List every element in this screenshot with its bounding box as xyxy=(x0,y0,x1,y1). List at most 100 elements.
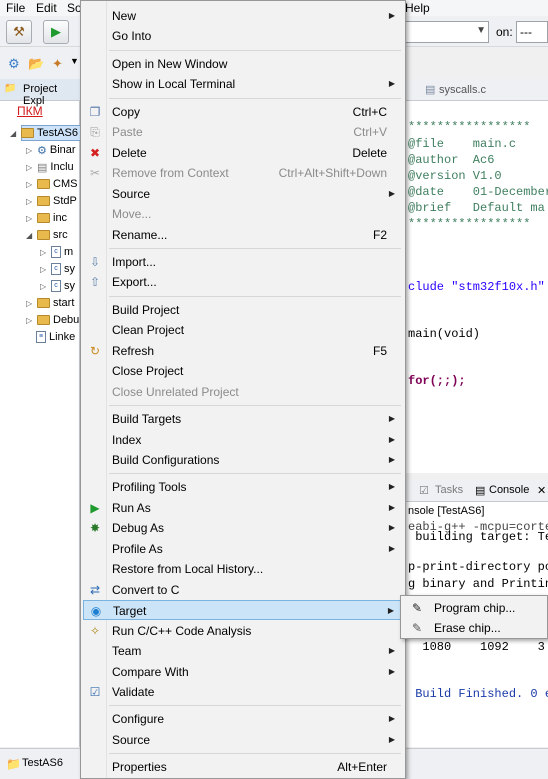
build-hammer-button[interactable]: ⚒ xyxy=(6,20,32,44)
submenu-item-erase-chip[interactable]: ✎ Erase chip... xyxy=(403,618,545,638)
menu-item-rename[interactable]: Rename... F2 xyxy=(83,225,403,245)
menu-item-compare-with[interactable]: Compare With ▶ xyxy=(83,662,403,682)
annotation-label: ПКМ xyxy=(17,104,43,118)
menu-item-build-project[interactable]: Build Project xyxy=(83,300,403,320)
program-chip-icon: ✎ xyxy=(411,601,423,615)
collapse-arrow-icon: ▷ xyxy=(40,281,47,291)
project-explorer-tab[interactable]: 📁 Project Expl xyxy=(0,79,80,107)
linker-file-icon: ≡ xyxy=(36,331,46,343)
code-line-include: clude "stm32f10x.h" xyxy=(408,280,545,294)
menu-item-label: Paste xyxy=(112,125,143,140)
run-button[interactable]: ▶ xyxy=(43,20,69,44)
menu-item-close-project[interactable]: Close Project xyxy=(83,361,403,381)
menu-item-source[interactable]: Source ▶ xyxy=(83,184,403,204)
submenu-arrow-icon: ▶ xyxy=(388,414,395,424)
folder-icon xyxy=(37,196,50,206)
folder-icon xyxy=(37,298,50,308)
submenu-arrow-icon: ▶ xyxy=(388,714,395,724)
code-line: ***************** xyxy=(408,120,531,134)
menu-item-label: Copy xyxy=(112,104,141,119)
menu-item-open-in-new-window[interactable]: Open in New Window xyxy=(83,54,403,74)
menu-item-restore-from-local-history[interactable]: Restore from Local History... xyxy=(83,559,403,579)
launch-config-combo[interactable]: ▼ xyxy=(405,21,489,43)
menu-item-new[interactable]: New ▶ xyxy=(83,6,403,26)
menu-item-run-c-c-code-analysis[interactable]: ✧ Run C/C++ Code Analysis xyxy=(83,621,403,641)
menu-item-move: Move... xyxy=(83,204,403,224)
collapse-arrow-icon: ▷ xyxy=(26,196,33,206)
menu-item-profiling-tools[interactable]: Profiling Tools ▶ xyxy=(83,477,403,497)
menu-item-clean-project[interactable]: Clean Project xyxy=(83,320,403,340)
tab-console[interactable]: Console xyxy=(489,484,529,496)
menu-item-remove-from-context: ✂ Remove from Context Ctrl+Alt+Shift+Down xyxy=(83,163,403,183)
tree-item-inc[interactable]: ▷ inc xyxy=(26,210,67,226)
menu-item-shortcut: Ctrl+V xyxy=(353,125,387,140)
menu-item-show-in-local-terminal[interactable]: Show in Local Terminal ▶ xyxy=(83,74,403,94)
tree-item-label: m xyxy=(64,246,74,258)
chevron-down-icon[interactable]: ▼ xyxy=(70,56,79,66)
tree-item-binaries[interactable]: ▷ ⚙ Binar xyxy=(26,142,76,158)
console-line: 1080 1092 3 xyxy=(408,640,545,654)
menu-item-shortcut: Ctrl+C xyxy=(352,104,387,119)
menu-item-label: Clean Project xyxy=(112,323,185,338)
wand-icon[interactable]: ✦ xyxy=(52,56,63,72)
menu-item-configure[interactable]: Configure ▶ xyxy=(83,709,403,729)
tree-project[interactable]: ◢ TestAS6 xyxy=(10,125,78,141)
chevron-down-icon: ▼ xyxy=(476,25,486,36)
editor-tab-syscalls[interactable]: syscalls.c xyxy=(439,84,486,96)
submenu-arrow-icon: ▶ xyxy=(388,482,395,492)
collapse-arrow-icon: ▷ xyxy=(26,315,33,325)
menu-item-label: Export... xyxy=(112,275,157,290)
menu-item-build-targets[interactable]: Build Targets ▶ xyxy=(83,409,403,429)
convert-icon: ⇄ xyxy=(89,582,101,597)
console-line: building target: Te xyxy=(408,530,548,544)
console-line: p-print-directory po xyxy=(408,560,548,574)
menu-item-source[interactable]: Source ▶ xyxy=(83,730,403,750)
menu-item-paste: ⎘ Paste Ctrl+V xyxy=(83,122,403,142)
target-combo[interactable]: --- xyxy=(516,21,548,43)
folder-icon xyxy=(37,179,50,189)
menu-item-label: Source xyxy=(112,732,151,747)
menu-item-go-into[interactable]: Go Into xyxy=(83,26,403,46)
menu-item-index[interactable]: Index ▶ xyxy=(83,430,403,450)
menu-item-refresh[interactable]: ↻ Refresh F5 xyxy=(83,341,403,361)
editor-tabs: ▤ syscalls.c xyxy=(405,79,548,101)
menu-help[interactable]: Help xyxy=(405,1,430,15)
menu-file[interactable]: File xyxy=(6,1,25,15)
menu-item-shortcut: F2 xyxy=(372,227,387,242)
code-line: @date 01-December xyxy=(408,185,548,199)
menu-item-validate[interactable]: ☑ Validate xyxy=(83,682,403,702)
tree-item-cmsis[interactable]: ▷ CMS xyxy=(26,176,77,192)
tree-item-main-c[interactable]: ▷ c m xyxy=(40,244,73,260)
menu-item-build-configurations[interactable]: Build Configurations ▶ xyxy=(83,450,403,470)
new-project-icon[interactable]: ⚙ xyxy=(8,56,20,72)
menu-item-export[interactable]: ⇧ Export... xyxy=(83,272,403,292)
tab-tasks[interactable]: Tasks xyxy=(435,484,463,496)
folder-icon xyxy=(37,315,50,325)
menu-item-run-as[interactable]: ▶ Run As ▶ xyxy=(83,498,403,518)
menu-item-debug-as[interactable]: ✸ Debug As ▶ xyxy=(83,518,403,538)
collapse-arrow-icon: ▷ xyxy=(26,179,33,189)
tree-item-debug[interactable]: ▷ Debu xyxy=(26,312,79,328)
open-folder-icon[interactable]: 📂 xyxy=(28,56,44,72)
tree-item-system[interactable]: ▷ c sy xyxy=(40,278,75,294)
tree-item-stdperiph[interactable]: ▷ StdP xyxy=(26,193,77,209)
submenu-item-program-chip[interactable]: ✎ Program chip... xyxy=(403,598,545,618)
close-icon[interactable]: ✕ xyxy=(537,484,546,497)
menu-item-team[interactable]: Team ▶ xyxy=(83,641,403,661)
menu-item-delete[interactable]: ✖ Delete Delete xyxy=(83,143,403,163)
menu-edit[interactable]: Edit xyxy=(36,1,57,15)
menu-item-copy[interactable]: ❐ Copy Ctrl+C xyxy=(83,102,403,122)
delete-icon: ✖ xyxy=(89,145,101,160)
menu-item-target[interactable]: ◉ Target ▶ xyxy=(83,600,403,621)
menu-item-shortcut: F5 xyxy=(372,343,387,358)
tree-item-syscalls[interactable]: ▷ c sy xyxy=(40,261,75,277)
tree-item-src[interactable]: ◢ src xyxy=(26,227,68,243)
menu-item-label: Import... xyxy=(112,254,157,269)
tree-item-linker[interactable]: ≡ Linke xyxy=(36,329,75,345)
menu-item-import[interactable]: ⇩ Import... xyxy=(83,252,403,272)
menu-item-properties[interactable]: Properties Alt+Enter xyxy=(83,757,403,777)
tree-item-startup[interactable]: ▷ start xyxy=(26,295,74,311)
menu-item-convert-to-c[interactable]: ⇄ Convert to C xyxy=(83,580,403,600)
tree-item-includes[interactable]: ▷ ▤ Inclu xyxy=(26,159,74,175)
menu-item-profile-as[interactable]: Profile As ▶ xyxy=(83,539,403,559)
